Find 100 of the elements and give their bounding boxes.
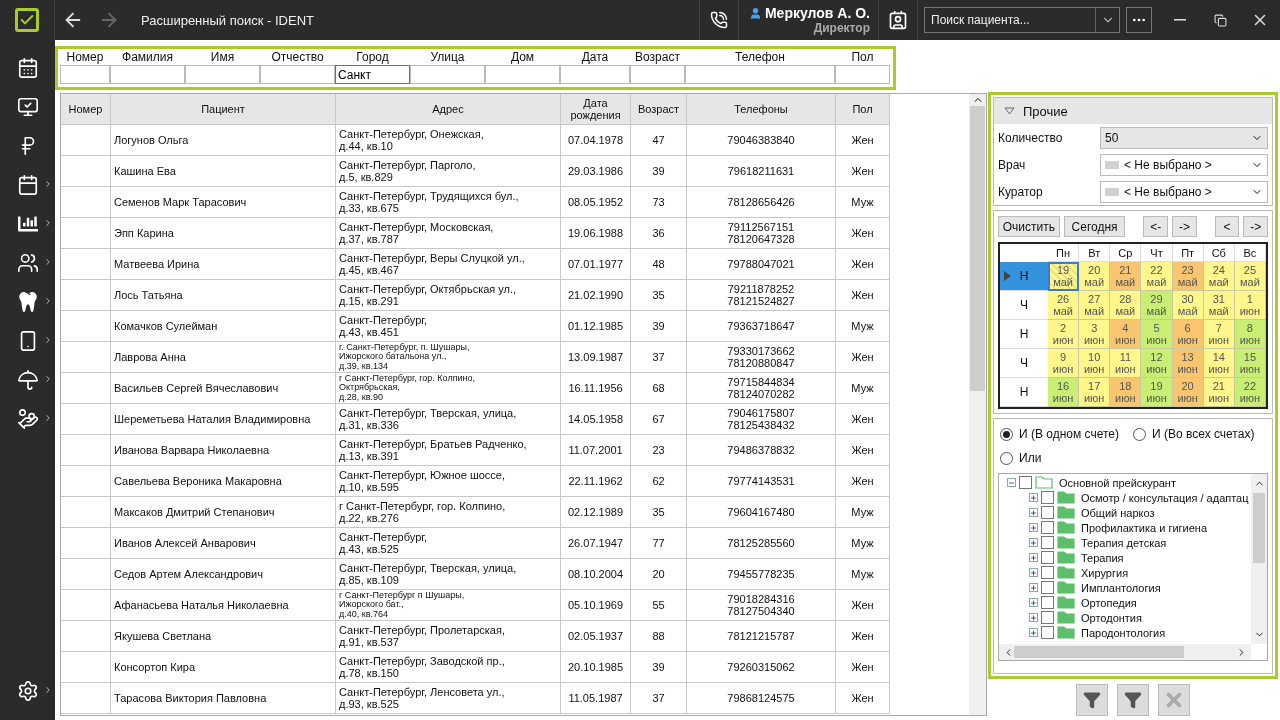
checkbox[interactable] <box>1041 491 1054 504</box>
tree-item-label[interactable]: Имплантология <box>1081 581 1161 594</box>
filter-field[interactable] <box>485 65 560 84</box>
checkbox[interactable] <box>1041 581 1054 594</box>
calendar-day[interactable]: 18 июн <box>1110 378 1142 407</box>
expand-toggle[interactable] <box>1029 493 1038 502</box>
tree-item-label[interactable]: Пародонтология <box>1081 626 1166 639</box>
calendar-button[interactable]: Очистить <box>998 216 1060 237</box>
calendar-day[interactable]: 19 июн <box>1141 378 1173 407</box>
calendar-day[interactable]: 4 июн <box>1110 320 1142 349</box>
calendar-day[interactable]: 22 май <box>1141 262 1173 291</box>
radio-option[interactable]: И (В одном счете) <box>1000 427 1119 441</box>
calendar-button[interactable]: Сегодня <box>1063 216 1126 237</box>
calendar-day[interactable]: 23 май <box>1172 262 1204 291</box>
column-header[interactable]: Пол <box>836 94 890 125</box>
tree-item-label[interactable]: Ортопедия <box>1081 596 1137 609</box>
calendar-button[interactable]: -> <box>1243 216 1268 237</box>
calendar-day[interactable]: 25 май <box>1234 262 1266 291</box>
calendar-day[interactable]: 14 июн <box>1203 349 1235 378</box>
scrollbar[interactable] <box>969 94 986 715</box>
calendar-day[interactable]: 17 июн <box>1079 378 1111 407</box>
calendar-day[interactable]: 28 май <box>1110 291 1142 320</box>
calendar-day[interactable]: 20 июн <box>1172 378 1204 407</box>
checkbox[interactable] <box>1041 506 1054 519</box>
checkbox[interactable] <box>1041 611 1054 624</box>
checkbox[interactable] <box>1041 551 1054 564</box>
expand-toggle[interactable] <box>1029 613 1038 622</box>
expand-toggle[interactable] <box>1029 583 1038 592</box>
filter-button[interactable] <box>1076 684 1108 716</box>
filter-button[interactable] <box>1117 684 1149 716</box>
calendar-day[interactable]: 9 июн <box>1048 349 1080 378</box>
calendar-day[interactable]: 12 июн <box>1141 349 1173 378</box>
tree-item-label[interactable]: Терапия <box>1081 551 1124 564</box>
expand-toggle[interactable] <box>1029 553 1038 562</box>
expand-toggle[interactable] <box>1007 478 1016 487</box>
column-header[interactable]: Номер <box>61 94 111 125</box>
calendar-day[interactable]: 27 май <box>1079 291 1111 320</box>
expand-toggle[interactable] <box>1029 568 1038 577</box>
patient-card-button[interactable] <box>878 0 918 40</box>
calendar-day[interactable]: 16 июн <box>1048 378 1080 407</box>
tree-item-label[interactable]: Осмотр / консультация / адаптац <box>1081 491 1249 504</box>
calendar-day[interactable]: 1 июн <box>1234 291 1266 320</box>
scrollbar[interactable] <box>999 644 1251 660</box>
expand-toggle[interactable] <box>1029 523 1038 532</box>
calendar-day[interactable]: 15 июн <box>1234 349 1266 378</box>
calendar-day[interactable]: 2 июн <box>1048 320 1080 349</box>
filter-field[interactable] <box>60 65 110 84</box>
filter-field[interactable] <box>410 65 485 84</box>
calendar-day[interactable]: 5 июн <box>1141 320 1173 349</box>
scrollbar[interactable] <box>1251 474 1267 644</box>
patient-search-field[interactable]: Поиск пациента... <box>924 7 1095 33</box>
filter-field[interactable] <box>260 65 335 84</box>
week-label[interactable]: Н <box>1000 262 1048 291</box>
filter-field[interactable] <box>685 65 835 84</box>
calendar-button[interactable]: < <box>1214 216 1240 237</box>
radio-option[interactable]: И (Во всех счетах) <box>1133 427 1255 441</box>
calendar-day[interactable]: 6 июн <box>1172 320 1204 349</box>
expand-toggle[interactable] <box>1029 508 1038 517</box>
checkbox[interactable] <box>1019 476 1032 489</box>
column-header[interactable]: Дата рождения <box>561 94 631 125</box>
dropdown[interactable]: < Не выбрано > <box>1100 180 1268 203</box>
tree-item-label[interactable]: Ортодонтия <box>1081 611 1142 624</box>
filter-field[interactable] <box>185 65 260 84</box>
column-header[interactable]: Телефоны <box>687 94 836 125</box>
dropdown-button[interactable] <box>1095 7 1120 33</box>
calendar-day[interactable]: 29 май <box>1141 291 1173 320</box>
calendar-day[interactable]: 22 июн <box>1234 378 1266 407</box>
filter-field[interactable]: Санкт <box>335 65 410 84</box>
calendar-day[interactable]: 8 июн <box>1234 320 1266 349</box>
expand-toggle[interactable] <box>1029 628 1038 637</box>
calendar-day[interactable]: 26 май <box>1048 291 1080 320</box>
tree-item-label[interactable]: Хирургия <box>1081 566 1129 579</box>
checkbox[interactable] <box>1041 626 1054 639</box>
column-header[interactable]: Возраст <box>631 94 687 125</box>
filter-field[interactable] <box>630 65 685 84</box>
filter-field[interactable] <box>835 65 890 84</box>
tree-item-label[interactable]: Основной прейскурант <box>1059 476 1176 489</box>
more-button[interactable] <box>1126 7 1152 33</box>
filter-field[interactable] <box>560 65 630 84</box>
tree-item-label[interactable]: Профилактика и гигиена <box>1081 521 1208 534</box>
calendar-day[interactable]: 11 июн <box>1110 349 1142 378</box>
calendar-day[interactable]: 21 май <box>1110 262 1142 291</box>
dropdown[interactable]: 50 <box>1100 126 1268 149</box>
calendar-day[interactable]: 20 май <box>1079 262 1111 291</box>
filter-field[interactable] <box>110 65 185 84</box>
expand-toggle[interactable] <box>1029 538 1038 547</box>
calendar-day[interactable]: 19 май <box>1048 262 1080 291</box>
calendar-day[interactable]: 21 июн <box>1203 378 1235 407</box>
section-header[interactable]: Прочие <box>994 98 1272 124</box>
column-header[interactable]: Пациент <box>111 94 336 125</box>
column-header[interactable]: Адрес <box>336 94 561 125</box>
calendar-button[interactable]: -> <box>1172 216 1197 237</box>
phone-settings-button[interactable] <box>698 0 739 40</box>
checkbox[interactable] <box>1041 536 1054 549</box>
calendar-day[interactable]: 3 июн <box>1079 320 1111 349</box>
calendar-day[interactable]: 10 июн <box>1079 349 1111 378</box>
calendar-day[interactable]: 13 июн <box>1172 349 1204 378</box>
expand-toggle[interactable] <box>1029 598 1038 607</box>
dropdown[interactable]: < Не выбрано > <box>1100 153 1268 176</box>
tree-item-label[interactable]: Терапия детская <box>1081 536 1167 549</box>
